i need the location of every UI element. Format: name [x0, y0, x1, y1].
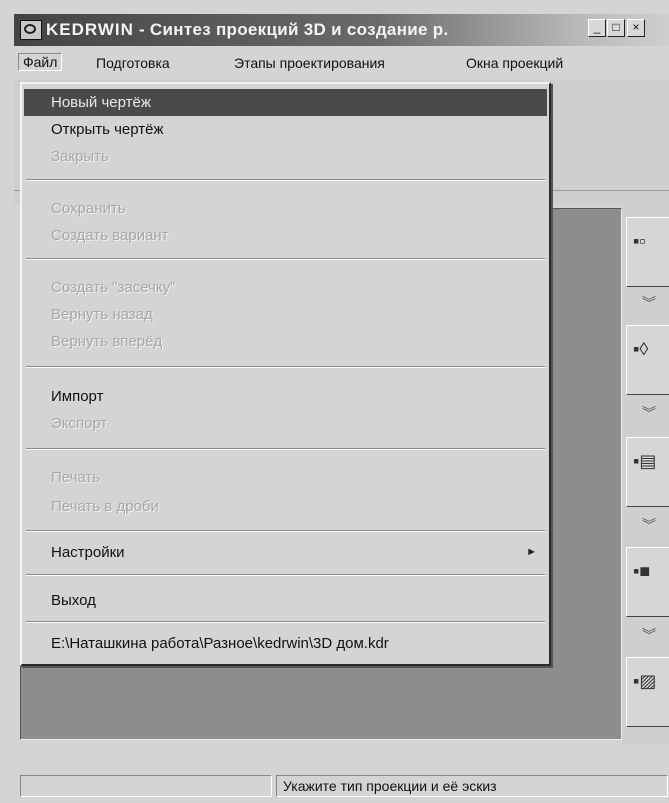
app-name: KEDRWIN — [46, 20, 134, 39]
menu-projection-windows[interactable]: Окна проекций — [466, 55, 563, 71]
app-window: KEDRWIN - Синтез проекций 3D и создание … — [0, 0, 669, 803]
menu-file[interactable]: Файл — [18, 53, 63, 71]
menu-item-import[interactable]: Импорт — [24, 383, 547, 410]
menu-item-open-drawing[interactable]: Открыть чертёж — [24, 116, 547, 143]
chevron-down-icon[interactable]: ︾ — [626, 623, 669, 647]
chevron-down-icon[interactable]: ︾ — [626, 291, 669, 315]
projection-tile-1[interactable]: ▪▫ — [626, 217, 669, 287]
menu-preparation[interactable]: Подготовка — [96, 55, 170, 71]
projection-shape-icon: ▪◊ — [633, 339, 649, 359]
projection-grid-icon: ▪▫ — [633, 231, 646, 251]
file-menu-dropdown: Новый чертёж Открыть чертёж Закрыть Сохр… — [20, 82, 551, 666]
menu-item-exit[interactable]: Выход — [24, 587, 547, 614]
chevron-down-icon[interactable]: ︾ — [626, 513, 669, 537]
menu-item-settings[interactable]: Настройки ► — [24, 539, 547, 566]
projection-solid-icon: ▪■ — [633, 561, 651, 581]
projection-panel: ▪▫ ︾ ▪◊ ︾ ▪▤ ︾ ▪■ ︾ ▪▨ — [622, 205, 669, 745]
window-title-rest: - Синтез проекций 3D и создание р. — [133, 20, 449, 39]
menu-item-print[interactable]: Печать — [24, 464, 547, 491]
submenu-arrow-icon: ► — [526, 546, 537, 558]
menu-separator — [26, 621, 545, 623]
maximize-icon[interactable]: □ — [607, 19, 625, 37]
projection-tile-2[interactable]: ▪◊ — [626, 325, 669, 395]
minimize-icon[interactable]: _ — [588, 19, 606, 37]
menu-separator — [26, 258, 545, 260]
menu-item-new-drawing[interactable]: Новый чертёж — [24, 89, 547, 116]
app-icon[interactable] — [20, 20, 42, 40]
status-left-pane — [20, 775, 272, 797]
menu-separator — [26, 448, 545, 450]
menu-item-save[interactable]: Сохранить — [24, 195, 547, 222]
menu-separator — [26, 179, 545, 181]
menu-item-settings-label: Настройки — [51, 544, 125, 561]
menu-item-print-fractions[interactable]: Печать в дроби — [24, 493, 547, 520]
menu-item-close[interactable]: Закрыть — [24, 143, 547, 170]
menu-separator — [26, 574, 545, 576]
title-bar[interactable]: KEDRWIN - Синтез проекций 3D и создание … — [14, 14, 669, 46]
menu-item-create-mark[interactable]: Создать "засечку" — [24, 274, 547, 301]
menu-item-export[interactable]: Экспорт — [24, 410, 547, 437]
projection-tile-4[interactable]: ▪■ — [626, 547, 669, 617]
menu-item-undo[interactable]: Вернуть назад — [24, 301, 547, 328]
status-bar: Укажите тип проекции и её эскиз — [14, 770, 669, 803]
status-message: Укажите тип проекции и её эскиз — [276, 775, 668, 797]
menu-item-redo[interactable]: Вернуть вперёд — [24, 328, 547, 355]
menu-item-create-variant[interactable]: Создать вариант — [24, 222, 547, 249]
close-icon[interactable]: × — [627, 19, 645, 37]
menu-item-recent-file[interactable]: E:\Наташкина работа\Разное\kedrwin\3D до… — [24, 630, 547, 657]
window-title: KEDRWIN - Синтез проекций 3D и создание … — [46, 20, 449, 40]
menu-bar: Файл Подготовка Этапы проектирования Окн… — [14, 48, 669, 78]
menu-design-stages[interactable]: Этапы проектирования — [234, 55, 385, 71]
projection-tile-3[interactable]: ▪▤ — [626, 437, 669, 507]
menu-separator — [26, 530, 545, 532]
chevron-down-icon[interactable]: ︾ — [626, 401, 669, 425]
menu-separator — [26, 366, 545, 368]
projection-tile-5[interactable]: ▪▨ — [626, 657, 669, 727]
projection-section-icon: ▪▤ — [633, 451, 657, 471]
projection-hatch-icon: ▪▨ — [633, 671, 657, 691]
